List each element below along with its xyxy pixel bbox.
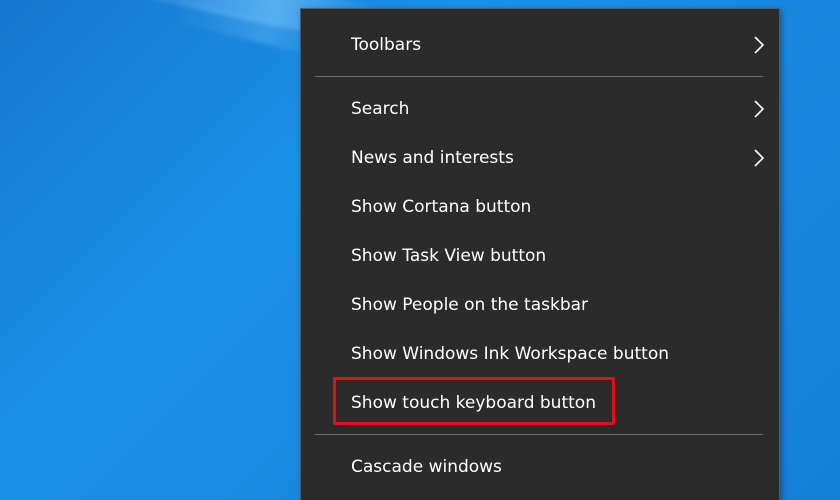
menu-item-label: Show People on the taskbar bbox=[351, 295, 589, 315]
menu-separator bbox=[315, 76, 763, 77]
chevron-right-icon bbox=[754, 100, 765, 118]
taskbar-context-menu: Toolbars Search News and interests Show … bbox=[300, 8, 780, 500]
chevron-right-icon bbox=[754, 149, 765, 167]
menu-item-news-and-interests[interactable]: News and interests bbox=[301, 136, 779, 180]
highlight-annotation-box bbox=[333, 377, 615, 425]
menu-separator bbox=[315, 434, 763, 435]
menu-item-cascade-windows[interactable]: Cascade windows bbox=[301, 445, 779, 489]
menu-item-label: Toolbars bbox=[351, 35, 422, 55]
menu-item-label: Show Task View button bbox=[351, 246, 547, 266]
menu-item-show-windows-ink-workspace-button[interactable]: Show Windows Ink Workspace button bbox=[301, 332, 779, 376]
menu-item-show-cortana-button[interactable]: Show Cortana button bbox=[301, 185, 779, 229]
chevron-right-icon bbox=[754, 36, 765, 54]
menu-item-search[interactable]: Search bbox=[301, 87, 779, 131]
menu-item-label: Show Cortana button bbox=[351, 197, 532, 217]
menu-item-label: Search bbox=[351, 99, 410, 119]
menu-item-label: News and interests bbox=[351, 148, 514, 168]
menu-item-label: Show Windows Ink Workspace button bbox=[351, 344, 669, 364]
menu-item-label: Cascade windows bbox=[351, 457, 502, 477]
menu-item-show-people-on-taskbar[interactable]: Show People on the taskbar bbox=[301, 283, 779, 327]
menu-item-show-task-view-button[interactable]: Show Task View button bbox=[301, 234, 779, 278]
menu-item-toolbars[interactable]: Toolbars bbox=[301, 23, 779, 67]
